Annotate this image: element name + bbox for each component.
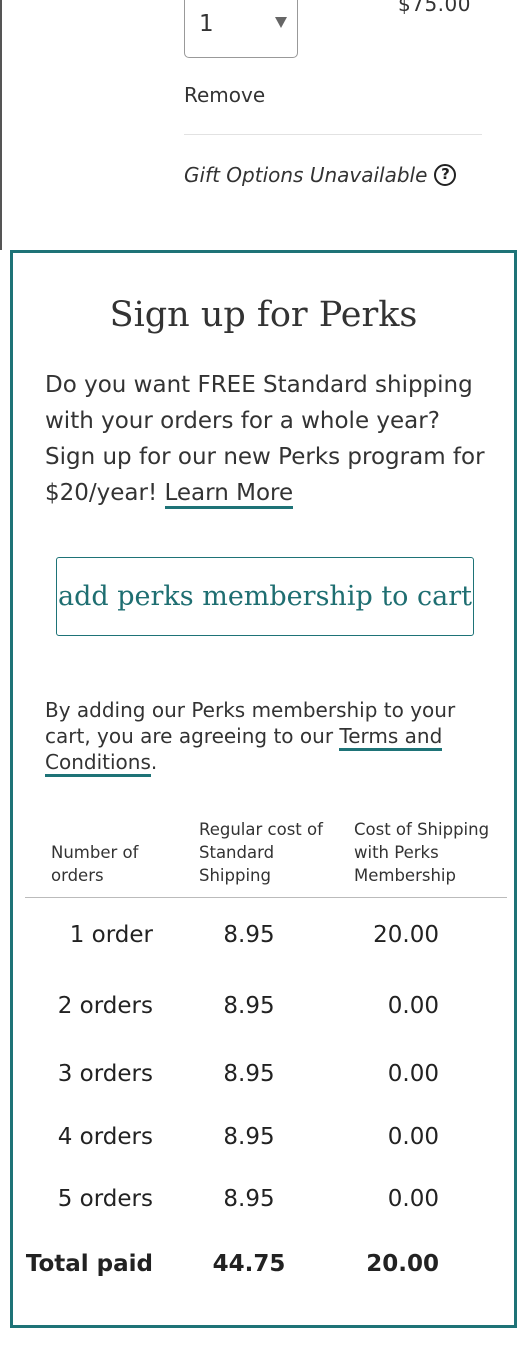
- gift-options-label: Gift Options Unavailable: [184, 163, 428, 187]
- regular-cost-cell: 8.95: [223, 922, 275, 948]
- regular-cost-cell: 8.95: [223, 1061, 275, 1087]
- table-row: 2 orders 8.95 0.00: [25, 993, 507, 1033]
- perks-cost-cell: 20.00: [373, 922, 439, 948]
- perks-title: Sign up for Perks: [109, 295, 418, 335]
- perks-description: Do you want FREE Standard shipping with …: [45, 367, 485, 511]
- perks-cost-cell: 0.00: [387, 1061, 439, 1087]
- table-row: 1 order 8.95 20.00: [25, 922, 507, 962]
- table-header: Number of orders Regular cost of Standar…: [25, 818, 507, 898]
- question-circle-icon[interactable]: ?: [434, 164, 457, 186]
- regular-cost-cell: 8.95: [223, 1124, 275, 1150]
- table-row: 5 orders 8.95 0.00: [25, 1186, 507, 1226]
- perks-signup-panel: Sign up for Perks Do you want FREE Stand…: [10, 250, 517, 1328]
- chevron-down-icon: [275, 17, 287, 28]
- total-regular-cell: 44.75: [212, 1251, 286, 1277]
- quantity-value: 1: [199, 11, 214, 37]
- learn-more-link[interactable]: Learn More: [164, 480, 294, 509]
- left-border: [0, 0, 2, 250]
- perks-cost-cell: 0.00: [387, 1186, 439, 1212]
- agreement-suffix: .: [150, 750, 158, 774]
- regular-cost-cell: 8.95: [223, 993, 275, 1019]
- quantity-select[interactable]: 1: [184, 0, 298, 58]
- orders-cell: 3 orders: [57, 1061, 153, 1087]
- header-regular-cost: Regular cost of Standard Shipping: [199, 820, 323, 885]
- perks-cost-cell: 0.00: [387, 993, 439, 1019]
- gift-options: Gift Options Unavailable ?: [184, 163, 457, 187]
- table-total-row: Total paid 44.75 20.00: [25, 1251, 507, 1291]
- table-row: 3 orders 8.95 0.00: [25, 1061, 507, 1101]
- header-number-of-orders: Number of orders: [51, 843, 139, 885]
- divider: [184, 134, 482, 135]
- orders-cell: 1 order: [69, 922, 153, 948]
- orders-cell: 5 orders: [57, 1186, 153, 1212]
- perks-cost-cell: 0.00: [387, 1124, 439, 1150]
- table-row: 4 orders 8.95 0.00: [25, 1124, 507, 1164]
- total-perks-cell: 20.00: [366, 1251, 439, 1277]
- add-perks-button[interactable]: add perks membership to cart: [56, 557, 474, 636]
- item-price: $75.00: [398, 0, 471, 16]
- remove-link[interactable]: Remove: [184, 83, 265, 107]
- agreement-text: By adding our Perks membership to your c…: [45, 697, 465, 777]
- orders-cell: 2 orders: [57, 993, 153, 1019]
- shipping-comparison-table: Number of orders Regular cost of Standar…: [25, 818, 507, 1277]
- orders-cell: 4 orders: [57, 1124, 153, 1150]
- total-label-cell: Total paid: [25, 1251, 153, 1277]
- regular-cost-cell: 8.95: [223, 1186, 275, 1212]
- header-perks-cost: Cost of Shipping with Perks Membership: [354, 820, 490, 885]
